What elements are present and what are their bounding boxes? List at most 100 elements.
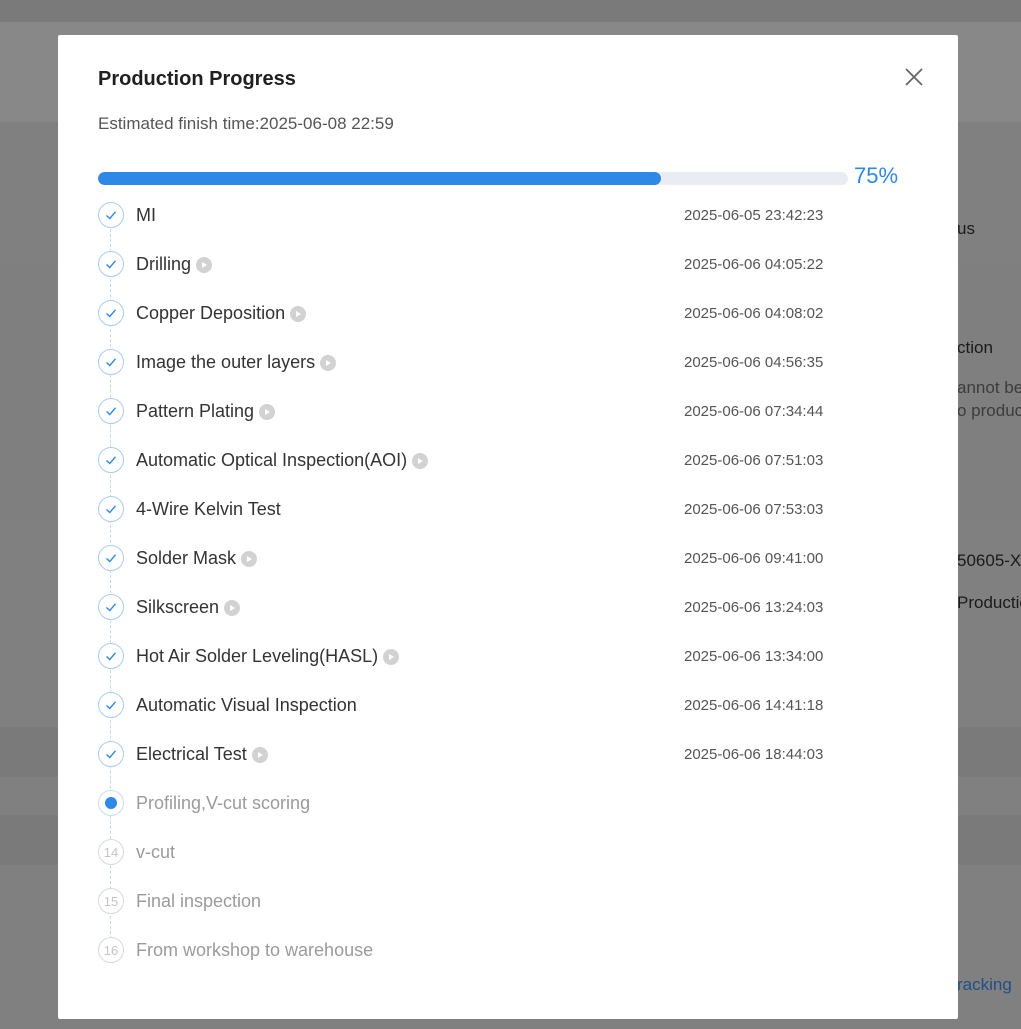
step-label: Electrical Test xyxy=(136,744,268,765)
close-icon[interactable] xyxy=(902,65,926,89)
estimated-finish-time: Estimated finish time:2025-06-08 22:59 xyxy=(98,114,394,133)
check-icon xyxy=(98,447,124,473)
step-name: Electrical Test xyxy=(136,744,247,764)
play-icon[interactable] xyxy=(251,746,268,763)
step-label: Final inspection xyxy=(136,891,261,912)
background-text: Productio xyxy=(957,593,1021,612)
step-time: 2025-06-06 18:44:03 xyxy=(684,746,824,763)
check-icon xyxy=(98,398,124,424)
timeline-step: Pattern Plating 2025-06-06 07:34:44 xyxy=(96,398,856,424)
check-icon xyxy=(98,594,124,620)
progress-percent: 75% xyxy=(854,163,899,188)
modal-title: Production Progress xyxy=(98,68,296,90)
check-icon xyxy=(98,251,124,277)
step-name: Profiling,V-cut scoring xyxy=(136,793,311,813)
check-icon xyxy=(98,202,124,228)
background-text: ction xyxy=(957,338,993,357)
check-icon xyxy=(98,300,124,326)
background-text: annot be xyxy=(957,378,1021,397)
play-icon[interactable] xyxy=(412,452,429,469)
step-time: 2025-06-06 04:08:02 xyxy=(684,305,824,322)
background-band xyxy=(0,0,1021,22)
step-time: 2025-06-06 09:41:00 xyxy=(684,550,824,567)
step-label: Profiling,V-cut scoring xyxy=(136,793,310,814)
background-text: us xyxy=(957,219,975,238)
step-time: 2025-06-06 14:41:18 xyxy=(684,697,824,714)
step-name: Drilling xyxy=(136,254,192,274)
play-icon[interactable] xyxy=(224,599,241,616)
step-label: Automatic Visual Inspection xyxy=(136,695,357,716)
check-icon xyxy=(98,349,124,375)
step-label: Drilling xyxy=(136,254,213,275)
step-name: Copper Deposition xyxy=(136,303,286,323)
check-icon xyxy=(98,741,124,767)
play-icon[interactable] xyxy=(320,354,337,371)
play-icon[interactable] xyxy=(196,256,213,273)
timeline-step: 14 v-cut xyxy=(96,839,856,865)
step-label: v-cut xyxy=(136,842,175,863)
timeline-step: Profiling,V-cut scoring xyxy=(96,790,856,816)
timeline-step: Copper Deposition 2025-06-06 04:08:02 xyxy=(96,300,856,326)
play-icon[interactable] xyxy=(259,403,276,420)
step-number: 16 xyxy=(98,937,124,963)
step-label: Automatic Optical Inspection(AOI) xyxy=(136,450,429,471)
play-icon[interactable] xyxy=(383,648,400,665)
background-text: o produc xyxy=(957,401,1021,420)
step-label: Hot Air Solder Leveling(HASL) xyxy=(136,646,400,667)
timeline-step: 4-Wire Kelvin Test 2025-06-06 07:53:03 xyxy=(96,496,856,522)
timeline-step: Drilling 2025-06-06 04:05:22 xyxy=(96,251,856,277)
play-icon[interactable] xyxy=(241,550,258,567)
step-time: 2025-06-06 07:34:44 xyxy=(684,403,824,420)
timeline-step: 15 Final inspection xyxy=(96,888,856,914)
check-icon xyxy=(98,545,124,571)
timeline-step: Automatic Optical Inspection(AOI) 2025-06… xyxy=(96,447,856,473)
check-icon xyxy=(98,643,124,669)
step-name: MI xyxy=(136,205,156,225)
step-label: Copper Deposition xyxy=(136,303,307,324)
step-time: 2025-06-05 23:42:23 xyxy=(684,207,824,224)
timeline-step: Silkscreen 2025-06-06 13:24:03 xyxy=(96,594,856,620)
timeline-step: Hot Air Solder Leveling(HASL) 2025-06-06 … xyxy=(96,643,856,669)
step-time: 2025-06-06 07:51:03 xyxy=(684,452,824,469)
step-number: 14 xyxy=(98,839,124,865)
step-label: From workshop to warehouse xyxy=(136,940,373,961)
step-name: v-cut xyxy=(136,842,176,862)
timeline-step: Electrical Test 2025-06-06 18:44:03 xyxy=(96,741,856,767)
step-time: 2025-06-06 04:05:22 xyxy=(684,256,824,273)
step-label: Image the outer layers xyxy=(136,352,337,373)
timeline-step: MI 2025-06-05 23:42:23 xyxy=(96,202,856,228)
timeline-step: Solder Mask 2025-06-06 09:41:00 xyxy=(96,545,856,571)
progress-bar-fill xyxy=(98,172,661,185)
check-icon xyxy=(98,692,124,718)
step-label: 4-Wire Kelvin Test xyxy=(136,499,281,520)
step-name: 4-Wire Kelvin Test xyxy=(136,499,281,519)
step-time: 2025-06-06 04:56:35 xyxy=(684,354,824,371)
step-name: Pattern Plating xyxy=(136,401,255,421)
current-step-icon xyxy=(98,790,124,816)
step-label: Silkscreen xyxy=(136,597,241,618)
step-name: Image the outer layers xyxy=(136,352,316,372)
step-number: 15 xyxy=(98,888,124,914)
step-label: Solder Mask xyxy=(136,548,258,569)
step-time: 2025-06-06 07:53:03 xyxy=(684,501,824,518)
background-text: 50605-X xyxy=(957,551,1021,570)
step-label: Pattern Plating xyxy=(136,401,276,422)
progress-bar xyxy=(98,172,848,185)
step-name: Solder Mask xyxy=(136,548,237,568)
step-time: 2025-06-06 13:34:00 xyxy=(684,648,824,665)
timeline-step: Automatic Visual Inspection 2025-06-06 14… xyxy=(96,692,856,718)
step-label: MI xyxy=(136,205,156,226)
check-icon xyxy=(98,496,124,522)
play-icon[interactable] xyxy=(290,305,307,322)
background-link[interactable]: racking xyxy=(957,975,1012,995)
step-name: Automatic Optical Inspection(AOI) xyxy=(136,450,408,470)
production-progress-modal: Production Progress Estimated finish tim… xyxy=(58,35,958,1019)
step-name: Automatic Visual Inspection xyxy=(136,695,357,715)
step-name: Final inspection xyxy=(136,891,262,911)
step-name: From workshop to warehouse xyxy=(136,940,374,960)
step-name: Silkscreen xyxy=(136,597,220,617)
timeline-step: 16 From workshop to warehouse xyxy=(96,937,856,963)
timeline-step: Image the outer layers 2025-06-06 04:56:3… xyxy=(96,349,856,375)
step-name: Hot Air Solder Leveling(HASL) xyxy=(136,646,379,666)
step-time: 2025-06-06 13:24:03 xyxy=(684,599,824,616)
